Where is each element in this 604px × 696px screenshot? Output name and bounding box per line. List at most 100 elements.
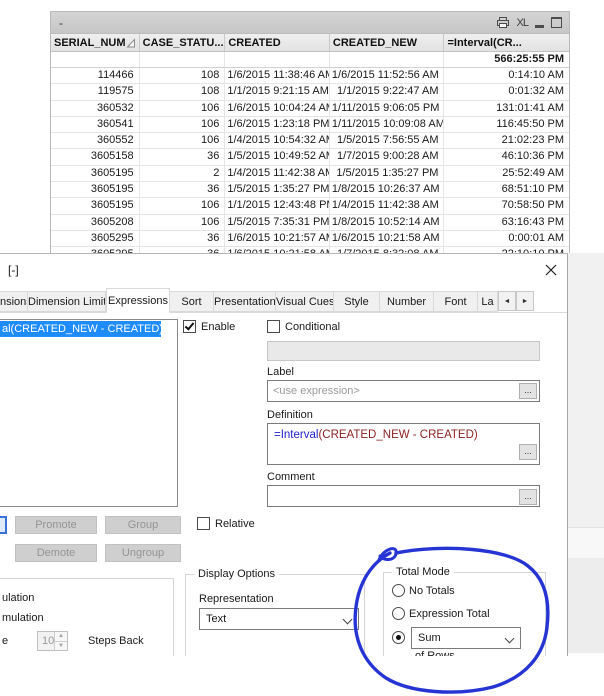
table-cell[interactable]: 1/6/2015 10:04:24 AM (225, 100, 330, 116)
conditional-checkbox[interactable] (267, 320, 280, 333)
table-cell[interactable]: 3605295 (51, 230, 140, 247)
minimize-icon[interactable] (535, 18, 544, 28)
table-cell[interactable]: 68:51:10 PM (444, 182, 569, 197)
table-cell[interactable]: 3605195 (51, 182, 140, 198)
table-cell[interactable]: 108 (140, 68, 226, 84)
table-row[interactable]: 119575 108 1/1/2015 9:21:15 AM 1/1/2015 9:2… (51, 84, 569, 101)
table-cell[interactable]: 36 (140, 182, 226, 198)
table-cell[interactable]: 1/8/2015 10:26:37 AM (330, 182, 445, 198)
table-cell[interactable]: 36 (140, 230, 226, 247)
table-row[interactable]: 360541 106 1/6/2015 1:23:18 PM 1/11/2015 10… (51, 116, 569, 134)
table-cell[interactable]: 1/5/2015 10:49:52 AM (225, 149, 330, 165)
table-cell[interactable]: 106 (140, 133, 226, 149)
focused-button-fragment[interactable] (0, 516, 7, 534)
table-cell[interactable]: 3605195 (51, 165, 140, 182)
print-icon[interactable] (496, 16, 510, 29)
table-row[interactable]: 3605158 36 1/5/2015 10:49:52 AM 1/7/2015 9:… (51, 149, 569, 166)
table-cell[interactable]: 1/1/2015 12:43:48 PM (225, 198, 330, 214)
column-header[interactable]: =Interval(CR... (444, 34, 569, 51)
table-cell[interactable]: 108 (140, 84, 226, 100)
column-header[interactable]: CREATED (225, 34, 330, 51)
sum-of-rows-radio[interactable] (392, 631, 405, 644)
table-cell[interactable]: 1/4/2015 11:42:38 AM (225, 165, 330, 182)
table-cell[interactable]: 1/6/2015 1:23:18 PM (225, 116, 330, 133)
sum-of-rows-option[interactable] (392, 631, 405, 644)
accumulation-option-fragment[interactable]: e (2, 635, 8, 647)
no-totals-option[interactable]: No Totals (392, 584, 455, 597)
table-cell[interactable]: 2 (140, 165, 226, 182)
tab-la[interactable]: La (478, 291, 498, 312)
table-cell[interactable]: 116:45:50 PM (444, 117, 569, 132)
comment-input[interactable]: ... (267, 485, 540, 507)
table-cell[interactable]: 1/11/2015 10:09:08 AM (330, 116, 445, 133)
column-header[interactable]: SERIAL_NUM (51, 34, 140, 51)
expression-total-option[interactable]: Expression Total (392, 607, 490, 620)
promote-button[interactable]: Promote (15, 516, 97, 534)
tab-scroll-right-button[interactable]: ► (516, 291, 534, 311)
column-header[interactable]: CASE_STATU... (140, 34, 226, 51)
table-cell[interactable]: 3605195 (51, 198, 140, 214)
enable-checkbox[interactable] (183, 320, 196, 333)
definition-browse-button[interactable]: ... (519, 444, 537, 460)
table-cell[interactable]: 1/6/2015 10:21:57 AM (225, 230, 330, 247)
excel-export-icon[interactable]: XL (517, 17, 530, 29)
tab-style[interactable]: Style (334, 291, 380, 312)
table-cell[interactable]: 360532 (51, 100, 140, 116)
maximize-icon[interactable] (551, 17, 562, 28)
table-cell[interactable]: 46:10:36 PM (444, 149, 569, 164)
steps-back-stepper[interactable]: 10 ▲ ▼ (37, 631, 68, 651)
table-cell[interactable]: 131:01:41 AM (444, 101, 569, 116)
table-window-titlebar[interactable]: - XL (51, 12, 569, 34)
table-cell[interactable]: 1/5/2015 7:35:31 PM (225, 214, 330, 230)
tab-sort[interactable]: Sort (170, 291, 214, 312)
stepper-down-icon[interactable]: ▼ (55, 641, 67, 650)
expression-listbox[interactable]: al(CREATED_NEW - CREATED) (0, 319, 178, 507)
table-cell[interactable]: 1/11/2015 9:06:05 PM (330, 100, 445, 116)
table-cell[interactable]: 360541 (51, 116, 140, 133)
tab-dimension-limits[interactable]: Dimension Limits (28, 291, 106, 312)
tab-expressions[interactable]: Expressions (106, 288, 170, 313)
relative-checkbox[interactable] (197, 517, 210, 530)
table-row[interactable]: 3605295 36 1/6/2015 10:21:57 AM 1/6/2015 10… (51, 230, 569, 248)
comment-browse-button[interactable]: ... (519, 489, 537, 505)
accumulation-option-fragment[interactable]: ulation (2, 592, 34, 604)
table-cell[interactable]: 36 (140, 149, 226, 165)
tab-nsions[interactable]: nsions (0, 291, 28, 312)
table-cell[interactable]: 1/6/2015 10:21:58 AM (330, 230, 445, 247)
table-cell[interactable]: 106 (140, 198, 226, 214)
definition-input[interactable]: =Interval(CREATED_NEW - CREATED) ... (267, 423, 540, 465)
label-browse-button[interactable]: ... (519, 383, 537, 399)
table-row[interactable]: 3605208 106 1/5/2015 7:35:31 PM 1/8/2015 10… (51, 214, 569, 231)
table-cell[interactable]: 1/5/2015 1:35:27 PM (330, 165, 445, 182)
expression-list-item-selected[interactable]: al(CREATED_NEW - CREATED) (0, 321, 161, 337)
table-row[interactable]: 360552 106 1/4/2015 10:54:32 AM 1/5/2015 7:… (51, 133, 569, 150)
ungroup-button[interactable]: Ungroup (105, 544, 181, 562)
table-cell[interactable]: 106 (140, 100, 226, 116)
table-row[interactable]: 3605195 36 1/5/2015 1:35:27 PM 1/8/2015 10:… (51, 182, 569, 199)
table-cell[interactable]: 1/6/2015 11:52:56 AM (330, 68, 445, 84)
tab-font[interactable]: Font (434, 291, 478, 312)
table-cell[interactable]: 1/6/2015 11:38:46 AM (225, 68, 330, 84)
table-cell[interactable]: 1/1/2015 9:21:15 AM (225, 84, 330, 100)
table-row[interactable]: 3605195 106 1/1/2015 12:43:48 PM 1/4/2015 1… (51, 198, 569, 215)
table-cell[interactable]: 0:00:01 AM (444, 231, 569, 246)
table-cell[interactable]: 1/1/2015 9:22:47 AM (330, 84, 445, 100)
tab-scroll-left-button[interactable]: ◄ (498, 291, 516, 311)
table-cell[interactable]: 25:52:49 AM (444, 166, 569, 181)
label-input[interactable]: <use expression> ... (267, 380, 540, 402)
table-cell[interactable]: 119575 (51, 84, 140, 100)
table-row[interactable]: 360532 106 1/6/2015 10:04:24 AM 1/11/2015 9… (51, 100, 569, 117)
group-button[interactable]: Group (105, 516, 181, 534)
tab-number[interactable]: Number (380, 291, 434, 312)
stepper-up-icon[interactable]: ▲ (55, 632, 67, 642)
representation-select[interactable]: Text (199, 608, 359, 630)
table-cell[interactable]: 106 (140, 214, 226, 230)
tab-presentation[interactable]: Presentation (214, 291, 276, 312)
close-icon[interactable] (543, 262, 559, 278)
table-cell[interactable]: 70:58:50 PM (444, 198, 569, 213)
table-cell[interactable]: 1/5/2015 1:35:27 PM (225, 182, 330, 198)
table-cell[interactable]: 0:14:10 AM (444, 68, 569, 83)
table-cell[interactable]: 21:02:23 PM (444, 133, 569, 148)
sum-aggregate-select[interactable]: Sum (411, 627, 521, 649)
table-row[interactable]: 114466 108 1/6/2015 11:38:46 AM 1/6/2015 11… (51, 68, 569, 85)
